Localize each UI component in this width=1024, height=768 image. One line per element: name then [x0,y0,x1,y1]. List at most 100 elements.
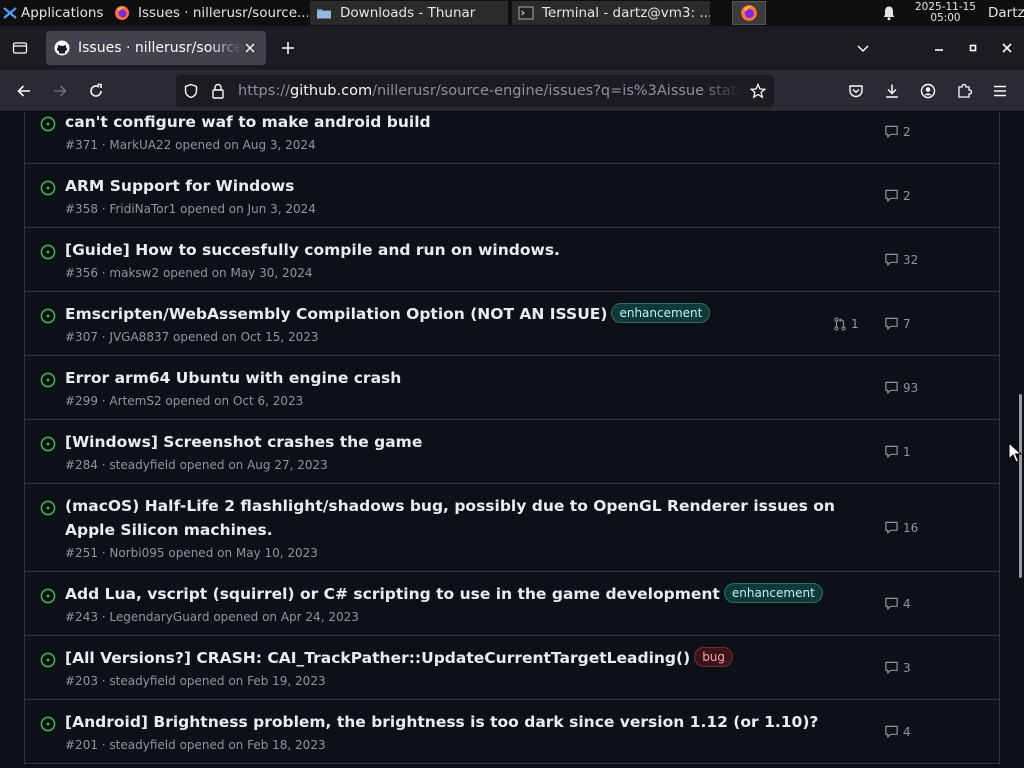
issue-comments-link[interactable]: 2 [884,188,911,203]
issue-right: 16 [819,484,999,571]
reload-button[interactable] [78,75,114,107]
clock[interactable]: 2025-11-15 05:00 [915,2,976,24]
issue-author-link[interactable]: LegendaryGuard [109,610,209,624]
minimize-button[interactable] [922,26,956,70]
pr-count: 1 [851,316,859,331]
issue-title-line: [All Versions?] CRASH: CAI_TrackPather::… [65,646,835,670]
linked-pull-requests[interactable]: 1 [833,317,859,331]
tab-github-issues[interactable]: Issues · nillerusr/source-engine [46,31,266,65]
issue-title-link[interactable]: [All Versions?] CRASH: CAI_TrackPather::… [65,649,690,667]
page-scrollbar[interactable] [1016,112,1024,768]
pocket-button[interactable] [838,75,874,107]
issue-comments-link[interactable]: 3 [884,660,911,675]
task-thunar[interactable]: Downloads - Thunar [310,1,508,25]
comment-count: 4 [903,596,911,611]
issue-meta: #203 · steadyfield opened on Feb 19, 202… [65,674,326,688]
issue-meta: #243 · LegendaryGuard opened on Apr 24, … [65,610,359,624]
issue-author-link[interactable]: ArtemS2 [109,394,161,408]
issue-title-link[interactable]: ARM Support for Windows [65,177,294,195]
task-label: Downloads - Thunar [340,5,476,21]
applications-menu[interactable]: Applications [0,0,108,26]
issue-comments-link[interactable]: 7 [884,316,911,331]
issue-opened-date: opened on Feb 18, 2023 [179,738,326,752]
downloads-button[interactable] [874,75,910,107]
issue-row: Error arm64 Ubuntu with engine crash #29… [25,356,999,420]
issue-title-link[interactable]: [Windows] Screenshot crashes the game [65,433,422,451]
comment-icon [885,445,898,458]
comment-icon [885,661,898,674]
issue-row: [All Versions?] CRASH: CAI_TrackPather::… [25,636,999,700]
app-menu-button[interactable] [982,75,1018,107]
issue-title-line: [Guide] How to succesfully compile and r… [65,238,835,262]
issue-author-link[interactable]: JVGA8837 [109,330,169,344]
issue-author-link[interactable]: steadyfield [109,458,175,472]
applications-label: Applications [21,5,104,21]
issue-right: 2 [819,112,999,163]
comment-icon [885,317,898,330]
issue-author-link[interactable]: Norbi095 [109,546,164,560]
back-button[interactable] [6,75,42,107]
firefox-view-button[interactable] [0,26,40,70]
issue-right: 32 [819,228,999,291]
issue-label-enhancement[interactable]: enhancement [611,303,711,323]
issue-comments-link[interactable]: 1 [884,444,911,459]
issue-author-link[interactable]: steadyfield [109,738,175,752]
issue-row: [Android] Brightness problem, the bright… [25,700,999,764]
notification-bell-icon[interactable] [881,5,897,21]
issue-title-link[interactable]: (macOS) Half-Life 2 flashlight/shadows b… [65,497,835,539]
issue-title-link[interactable]: Add Lua, vscript (squirrel) or C# script… [65,585,720,603]
firefox-launcher[interactable] [732,1,766,25]
account-button[interactable] [910,75,946,107]
comment-count: 3 [903,660,911,675]
task-terminal[interactable]: Terminal - dartz@vm3: ... [512,1,710,25]
task-label: Terminal - dartz@vm3: ... [542,5,710,21]
issue-author-link[interactable]: FridiNaTor1 [109,202,176,216]
issue-row: (macOS) Half-Life 2 flashlight/shadows b… [25,484,999,572]
comment-icon [885,725,898,738]
comment-count: 2 [903,124,911,139]
issue-title-link[interactable]: Emscripten/WebAssembly Compilation Optio… [65,305,607,323]
site-security-button[interactable] [206,75,230,107]
tracking-protection-button[interactable] [176,75,206,107]
scrollbar-thumb[interactable] [1019,394,1022,578]
issue-main: ARM Support for Windows #358 · FridiNaTo… [65,164,835,227]
issue-opened-icon [40,652,56,668]
browser-navigation-bar: https://github.com/nillerusr/source-engi… [0,70,1024,112]
issue-author-link[interactable]: maksw2 [109,266,159,280]
issue-comments-link[interactable]: 4 [884,724,911,739]
issue-meta: #356 · maksw2 opened on May 30, 2024 [65,266,313,280]
issue-right: 3 [819,636,999,699]
issue-comments-link[interactable]: 16 [884,520,918,535]
address-bar[interactable]: https://github.com/nillerusr/source-engi… [176,75,774,107]
issue-opened-date: opened on Aug 3, 2024 [175,138,316,152]
issue-author-link[interactable]: MarkUA22 [109,138,171,152]
forward-button[interactable] [42,75,78,107]
issue-comments-link[interactable]: 32 [884,252,918,267]
issue-title-link[interactable]: Error arm64 Ubuntu with engine crash [65,369,401,387]
issue-opened-icon [40,308,56,324]
issue-label-enhancement[interactable]: enhancement [723,583,823,603]
issue-comments-link[interactable]: 2 [884,124,911,139]
extensions-button[interactable] [946,75,982,107]
issue-comments-link[interactable]: 93 [884,380,918,395]
task-firefox[interactable]: Issues · nillerusr/source... [108,1,308,25]
list-all-tabs-button[interactable] [846,26,880,70]
issue-opened-icon [40,500,56,516]
url-text[interactable]: https://github.com/nillerusr/source-engi… [238,83,742,99]
close-tab-button[interactable] [242,40,258,56]
user-menu[interactable]: Dartz [988,5,1024,21]
puzzle-icon [958,83,972,98]
new-tab-button[interactable] [270,31,306,65]
issue-opened-icon [40,716,56,732]
issue-title-link[interactable]: [Guide] How to succesfully compile and r… [65,241,560,259]
issue-comments-link[interactable]: 4 [884,596,911,611]
maximize-button[interactable] [956,26,990,70]
issue-meta: #371 · MarkUA22 opened on Aug 3, 2024 [65,138,316,152]
issue-label-bug[interactable]: bug [694,647,734,667]
url-prefix: https:// [238,83,290,99]
issue-title-link[interactable]: can't configure waf to make android buil… [65,113,431,131]
close-window-button[interactable] [990,26,1024,70]
bookmark-button[interactable] [742,75,774,107]
issue-title-link[interactable]: [Android] Brightness problem, the bright… [65,713,818,731]
issue-author-link[interactable]: steadyfield [109,674,175,688]
